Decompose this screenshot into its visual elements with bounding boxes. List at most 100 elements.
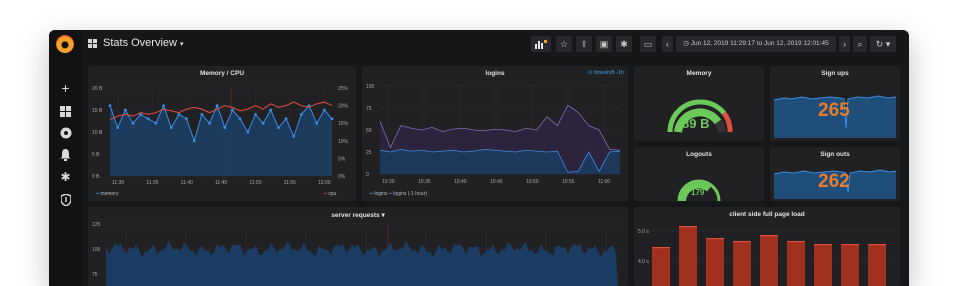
x-tick-label: 11:50	[249, 180, 261, 186]
memory-value: 89 B	[682, 116, 710, 131]
memory-panel[interactable]: Memory 89 B	[634, 66, 764, 141]
y-tick-label: 4.0 s	[638, 259, 649, 265]
memory-point	[215, 104, 219, 107]
dashboards-icon[interactable]	[49, 104, 82, 122]
memory-point	[330, 117, 334, 121]
legend-cpu[interactable]: ━ cpu	[324, 191, 336, 197]
signups-value: 265	[818, 100, 850, 121]
save-icon[interactable]: ▣	[596, 36, 612, 52]
share-icon[interactable]: ⇪	[576, 36, 592, 52]
time-picker[interactable]: ◷ Jun 12, 2019 11:29:17 to Jun 12, 2019 …	[676, 36, 836, 52]
memory-point	[292, 135, 296, 138]
y2-tick-label: 5%	[338, 156, 346, 162]
add-panel-button[interactable]	[531, 36, 551, 52]
legend-logins[interactable]: ━ logins ━ logins (-1 hour)	[370, 191, 427, 197]
y2-tick-label: 25%	[338, 86, 349, 92]
legend-memory[interactable]: ━ memory	[96, 191, 118, 197]
x-tick-label: 10:40	[454, 179, 467, 185]
refresh-icon[interactable]: ↻ ▾	[870, 36, 896, 52]
y-tick-label: 5.0 s	[638, 229, 649, 235]
y-tick-label: 15 B	[92, 108, 103, 114]
memory-point	[200, 113, 204, 116]
shield-icon[interactable]	[49, 193, 82, 211]
y2-tick-label: 15%	[338, 121, 349, 127]
memory-point	[116, 126, 120, 129]
gear-icon[interactable]: ✱	[49, 170, 82, 184]
chevron-left-icon[interactable]: ‹	[662, 36, 673, 52]
y-tick-label: 25	[366, 150, 372, 156]
y-tick-label: 50	[366, 128, 372, 134]
x-tick-label: 10:45	[490, 179, 503, 185]
zoom-icon[interactable]: ⌕	[853, 36, 867, 52]
bar-cap	[706, 238, 724, 240]
logins-chart: 100 75 50 25 0 10:30 10:35 10:40 10:45 10:50 10:55…	[366, 84, 621, 185]
bell-icon[interactable]	[49, 148, 82, 166]
bar	[868, 244, 886, 286]
bar	[652, 247, 670, 286]
signouts-panel[interactable]: Sign outs 262	[770, 147, 900, 201]
y2-tick-label: 10%	[338, 139, 349, 145]
memory-point	[269, 108, 273, 112]
x-tick-label: 10:50	[526, 179, 539, 185]
memory-point	[192, 139, 196, 143]
y-tick-label: 100	[92, 247, 101, 253]
memory-cpu-chart: 20 B 15 B 10 B 5 B 0 B 25% 20% 15% 10% 5% 0% 11:30 1…	[92, 86, 349, 186]
memory-point	[123, 108, 127, 112]
memory-point	[177, 113, 181, 116]
x-tick-label: 11:00	[598, 179, 610, 185]
y-tick-label: 0	[366, 172, 369, 178]
bar-cap	[652, 247, 670, 249]
x-tick-label: 10:55	[562, 179, 575, 185]
y-tick-label: 20 B	[92, 86, 103, 92]
plus-icon[interactable]: +	[49, 80, 82, 96]
memory-point	[231, 108, 234, 112]
bar	[760, 235, 778, 286]
memory-point	[208, 121, 211, 125]
memory-point	[299, 113, 303, 116]
requests-area	[106, 240, 618, 286]
logouts-panel[interactable]: Logouts 179	[634, 147, 764, 201]
memory-point	[185, 117, 188, 121]
x-tick-label: 11:35	[146, 180, 158, 186]
y-tick-label: 10 B	[92, 130, 103, 136]
tv-icon[interactable]: ▭	[640, 36, 656, 52]
memory-point	[261, 121, 265, 125]
bar-cap	[841, 244, 859, 246]
grafana-logo-icon[interactable]	[56, 35, 74, 53]
memory-point	[277, 126, 280, 129]
y-tick-label: 75	[92, 272, 98, 278]
dashboards-icon	[88, 39, 98, 49]
clock-icon: ◷	[683, 40, 691, 47]
bar	[733, 241, 751, 286]
side-menu: + ✱	[49, 30, 82, 286]
bar-cap	[787, 241, 805, 243]
dashboard-title[interactable]: Stats Overview ▾	[103, 37, 184, 49]
memory-point	[238, 117, 242, 121]
x-tick-label: 12:00	[318, 180, 331, 186]
logouts-value: 179	[691, 188, 705, 197]
x-tick-label: 10:30	[382, 179, 395, 185]
signups-panel[interactable]: Sign ups 265	[770, 66, 900, 141]
chevron-right-icon[interactable]: ›	[839, 36, 850, 52]
explore-icon[interactable]	[49, 126, 82, 144]
memory-point	[315, 121, 319, 125]
bar	[679, 226, 697, 286]
page-load-panel[interactable]: client side full page load 5.0 s 4.0 s	[634, 207, 900, 286]
bar	[787, 241, 805, 286]
bar-cap	[733, 241, 751, 243]
bar	[841, 244, 859, 286]
server-requests-chart: 125 100 75	[92, 222, 618, 286]
x-tick-label: 11:30	[112, 180, 124, 186]
memory-point	[322, 108, 326, 112]
memory-point	[131, 121, 135, 125]
server-requests-panel[interactable]: server requests ▾ 125 100 75	[88, 207, 628, 286]
bar	[814, 244, 832, 286]
y-tick-label: 125	[92, 222, 101, 228]
logins-panel[interactable]: logins ⊙ timeshift -1h 100 75 50 25 0 10:30 10…	[362, 66, 628, 201]
star-icon[interactable]: ☆	[556, 36, 572, 52]
settings-icon[interactable]: ✱	[616, 36, 632, 52]
bar-cap	[814, 244, 832, 246]
y2-tick-label: 0%	[338, 174, 346, 180]
x-tick-label: 11:40	[181, 180, 193, 186]
memory-cpu-panel[interactable]: Memory / CPU 20 B 15 B 10 B5 B0 B 25% 20% 15%…	[88, 66, 356, 201]
